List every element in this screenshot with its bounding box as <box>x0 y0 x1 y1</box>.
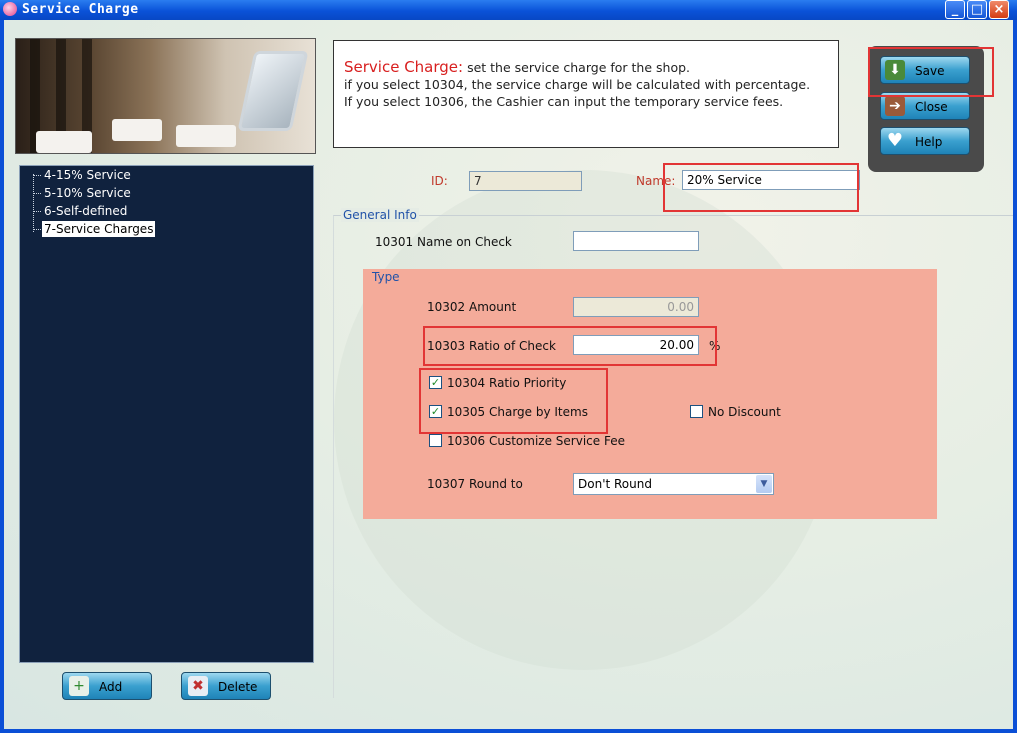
chevron-down-icon[interactable]: ▼ <box>756 475 772 493</box>
heart-icon: ♥ <box>886 130 904 151</box>
delete-label: Delete <box>218 680 258 694</box>
charge-by-items-checkbox[interactable]: ✓ <box>429 405 442 418</box>
amount-label: 10302 Amount <box>427 300 517 314</box>
tree-connector <box>33 229 41 230</box>
save-icon: ⬇ <box>885 60 905 80</box>
ratio-field[interactable]: 20.00 <box>573 335 699 355</box>
tree-connector <box>33 175 41 176</box>
charge-by-items-label: 10305 Charge by Items <box>447 405 588 419</box>
round-value: Don't Round <box>578 477 652 491</box>
round-label: 10307 Round to <box>427 477 523 491</box>
ratio-priority-checkbox[interactable]: ✓ <box>429 376 442 389</box>
amount-field[interactable]: 0.00 <box>573 297 699 317</box>
tree-connector <box>33 211 41 212</box>
banner-sofa <box>112 119 162 141</box>
info-line-2: if you select 10304, the service charge … <box>344 77 811 92</box>
tree-item-selected[interactable]: 7-Service Charges <box>42 221 156 237</box>
banner-sofa <box>176 125 236 147</box>
save-button[interactable]: ⬇ Save <box>880 56 970 84</box>
minimize-button[interactable]: _ <box>945 0 965 19</box>
info-line-1: set the service charge for the shop. <box>467 60 691 75</box>
add-label: Add <box>99 680 123 694</box>
close-label: Close <box>915 100 948 114</box>
exit-icon: ➔ <box>885 96 905 116</box>
tree-connector <box>33 174 34 232</box>
tree-item[interactable]: 5-10% Service <box>42 185 133 201</box>
restaurant-banner-image <box>15 38 316 154</box>
tree-item[interactable]: 4-15% Service <box>42 167 133 183</box>
no-discount-checkbox[interactable] <box>690 405 703 418</box>
service-charge-window: Service Charge _ □ × Service Charge: set… <box>0 0 1017 733</box>
delete-button[interactable]: ✖ Delete <box>181 672 271 700</box>
id-label: ID: <box>431 174 448 188</box>
save-label: Save <box>915 64 945 78</box>
info-box: Service Charge: set the service charge f… <box>333 40 839 148</box>
service-charge-tree[interactable]: 4-15% Service 5-10% Service 6-Self-defin… <box>19 165 314 663</box>
general-info-title: General Info <box>341 208 419 222</box>
type-title: Type <box>372 270 400 284</box>
trash-icon: ✖ <box>188 676 208 696</box>
banner-pos-screen <box>237 51 309 131</box>
maximize-button[interactable]: □ <box>967 0 987 19</box>
close-window-button[interactable]: × <box>989 0 1009 19</box>
name-field[interactable]: 20% Service <box>682 170 860 190</box>
title-bar[interactable]: Service Charge _ □ × <box>0 0 1017 20</box>
tree-item[interactable]: 6-Self-defined <box>42 203 129 219</box>
action-panel: ⬇ Save ➔ Close ♥ Help <box>868 46 984 172</box>
client-area: Service Charge: set the service charge f… <box>4 20 1013 729</box>
round-select[interactable]: Don't Round ▼ <box>573 473 774 495</box>
app-icon <box>3 2 17 16</box>
name-on-check-label: 10301 Name on Check <box>375 235 512 249</box>
ratio-unit: % <box>709 339 721 353</box>
window-title: Service Charge <box>22 2 139 17</box>
help-button[interactable]: ♥ Help <box>880 127 970 155</box>
tree-connector <box>33 193 41 194</box>
customize-fee-label: 10306 Customize Service Fee <box>447 434 625 448</box>
id-field[interactable]: 7 <box>469 171 582 191</box>
close-button[interactable]: ➔ Close <box>880 92 970 120</box>
add-icon: + <box>69 676 89 696</box>
no-discount-label: No Discount <box>708 405 781 419</box>
name-label: Name: <box>636 174 676 188</box>
banner-sofa <box>36 131 92 153</box>
customize-fee-checkbox[interactable] <box>429 434 442 447</box>
ratio-priority-label: 10304 Ratio Priority <box>447 376 567 390</box>
info-title: Service Charge: <box>344 58 464 76</box>
info-line-3: If you select 10306, the Cashier can inp… <box>344 94 784 109</box>
ratio-label: 10303 Ratio of Check <box>427 339 556 353</box>
help-label: Help <box>915 135 943 149</box>
name-on-check-field[interactable] <box>573 231 699 251</box>
add-button[interactable]: + Add <box>62 672 152 700</box>
